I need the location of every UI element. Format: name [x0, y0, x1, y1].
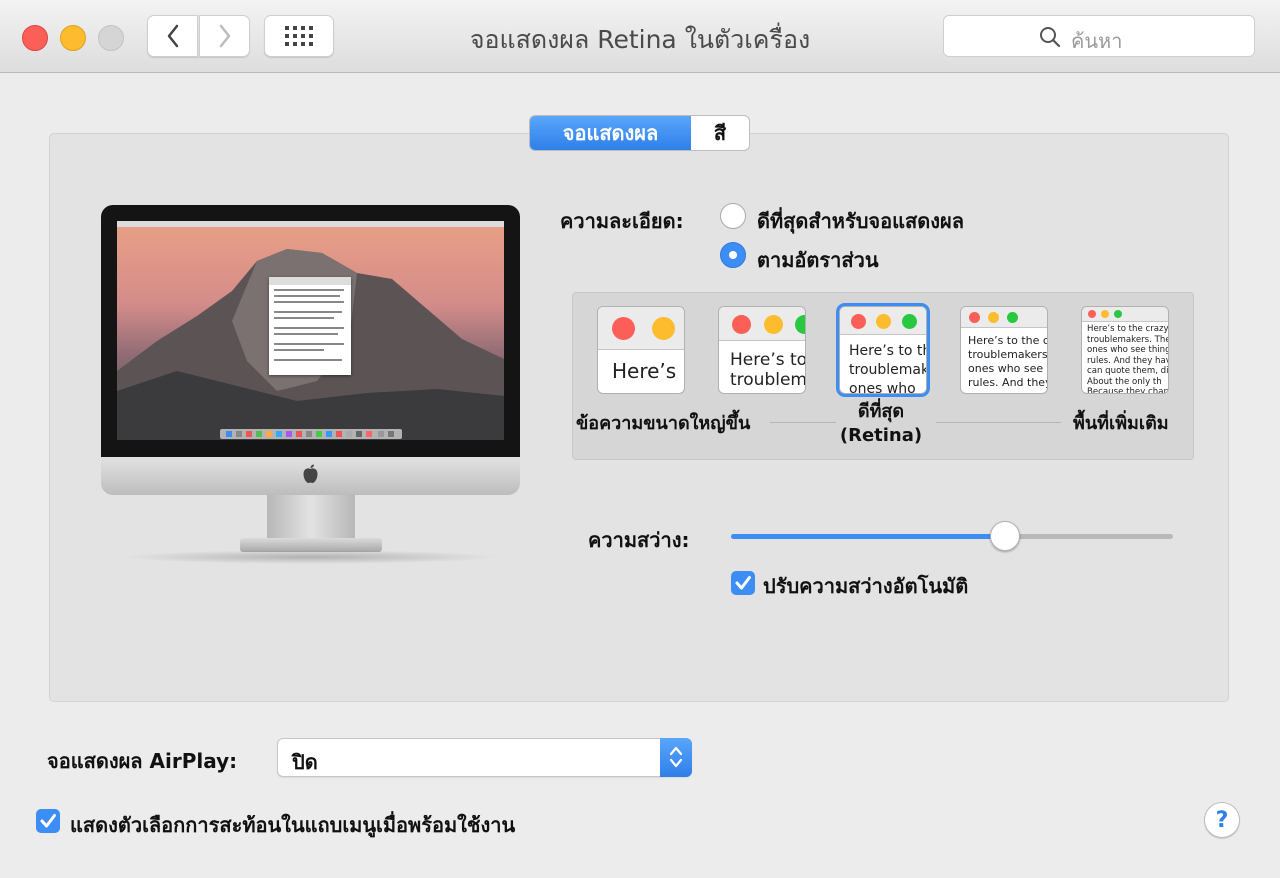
- airplay-label: จอแสดงผล AirPlay:: [47, 749, 238, 773]
- checkmark-icon: [735, 576, 751, 590]
- scale-left-label: ข้อความขนาดใหญ่ขึ้น: [576, 413, 751, 434]
- tab-bar: จอแสดงผล สี: [529, 115, 750, 151]
- search-field[interactable]: ค้นหา: [943, 15, 1255, 57]
- minimize-window-button[interactable]: [60, 25, 86, 51]
- tab-color[interactable]: สี: [691, 116, 749, 150]
- chevron-right-icon: [219, 24, 230, 48]
- airplay-select-arrows[interactable]: [660, 738, 692, 777]
- resolution-scaled-radio[interactable]: [720, 242, 746, 268]
- resolution-label: ความละเอียด:: [560, 209, 684, 233]
- thumbnail-text: Here’s to th troublemak ones who: [849, 343, 927, 394]
- resolution-default-label[interactable]: ดีที่สุดสำหรับจอแสดงผล: [757, 205, 964, 237]
- window-title: จอแสดงผล Retina ในตัวเครื่อง: [469, 25, 811, 54]
- imac-stand: [267, 495, 355, 540]
- resolution-scaled-label[interactable]: ตามอัตราส่วน: [757, 244, 878, 276]
- scale-middle-label-line2: (Retina): [839, 425, 923, 446]
- brightness-slider-fill: [731, 534, 1006, 539]
- imac-screen-wallpaper: [117, 221, 504, 440]
- title-bar: จอแสดงผล Retina ในตัวเครื่อง ค้นหา: [0, 0, 1280, 73]
- show-all-button[interactable]: [264, 15, 334, 57]
- scaled-option-more-space[interactable]: Here’s to the crazy one troublemakers. T…: [1081, 306, 1169, 394]
- search-icon: [1040, 27, 1061, 48]
- thumbnail-text: Here’s to the cr troublemakers. ones who…: [968, 334, 1048, 389]
- forward-button[interactable]: [199, 15, 250, 57]
- scaled-option-2[interactable]: Here’s to troublem: [718, 306, 806, 394]
- brightness-label: ความสว่าง:: [588, 528, 690, 552]
- help-button[interactable]: ?: [1204, 802, 1240, 838]
- tab-display[interactable]: จอแสดงผล: [530, 116, 691, 150]
- brightness-slider-knob[interactable]: [990, 521, 1021, 551]
- scale-middle-label-line1: ดีที่สุด: [857, 401, 905, 422]
- chevron-up-down-icon: [669, 746, 683, 768]
- imac-shadow: [120, 550, 500, 564]
- airplay-select-value: ปิด: [292, 750, 318, 774]
- airplay-select[interactable]: ปิด: [277, 738, 692, 777]
- scale-right-label: พื้นที่เพิ่มเติม: [1073, 413, 1169, 434]
- apple-logo-icon: [303, 464, 318, 483]
- search-placeholder: ค้นหา: [1071, 29, 1123, 53]
- scaled-option-retina[interactable]: Here’s to th troublemak ones who: [839, 306, 927, 394]
- show-mirroring-label[interactable]: แสดงตัวเลือกการสะท้อนในแถบเมนูเมื่อพร้อม…: [70, 809, 515, 841]
- show-mirroring-checkbox[interactable]: [36, 809, 60, 833]
- scaled-option-larger-text[interactable]: Here’s: [597, 306, 685, 394]
- grid-icon: [285, 26, 313, 46]
- thumbnail-text: Here’s to troublem: [730, 350, 806, 390]
- back-button[interactable]: [147, 15, 198, 57]
- mini-document-window: [269, 277, 351, 375]
- brightness-slider[interactable]: [731, 521, 1173, 551]
- thumbnail-text: Here’s: [612, 359, 677, 383]
- close-window-button[interactable]: [22, 25, 48, 51]
- auto-brightness-label[interactable]: ปรับความสว่างอัตโนมัติ: [763, 570, 968, 602]
- checkmark-icon: [40, 814, 56, 828]
- help-icon: ?: [1215, 807, 1229, 833]
- zoom-window-button[interactable]: [98, 25, 124, 51]
- auto-brightness-checkbox[interactable]: [731, 571, 755, 595]
- imac-chin: [101, 457, 520, 495]
- resolution-default-radio[interactable]: [720, 203, 746, 229]
- scaled-option-4[interactable]: Here’s to the cr troublemakers. ones who…: [960, 306, 1048, 394]
- thumbnail-text: Here’s to the crazy one troublemakers. T…: [1087, 324, 1169, 394]
- chevron-left-icon: [167, 24, 178, 48]
- dock: [220, 429, 402, 439]
- scale-line-right: [936, 422, 1061, 423]
